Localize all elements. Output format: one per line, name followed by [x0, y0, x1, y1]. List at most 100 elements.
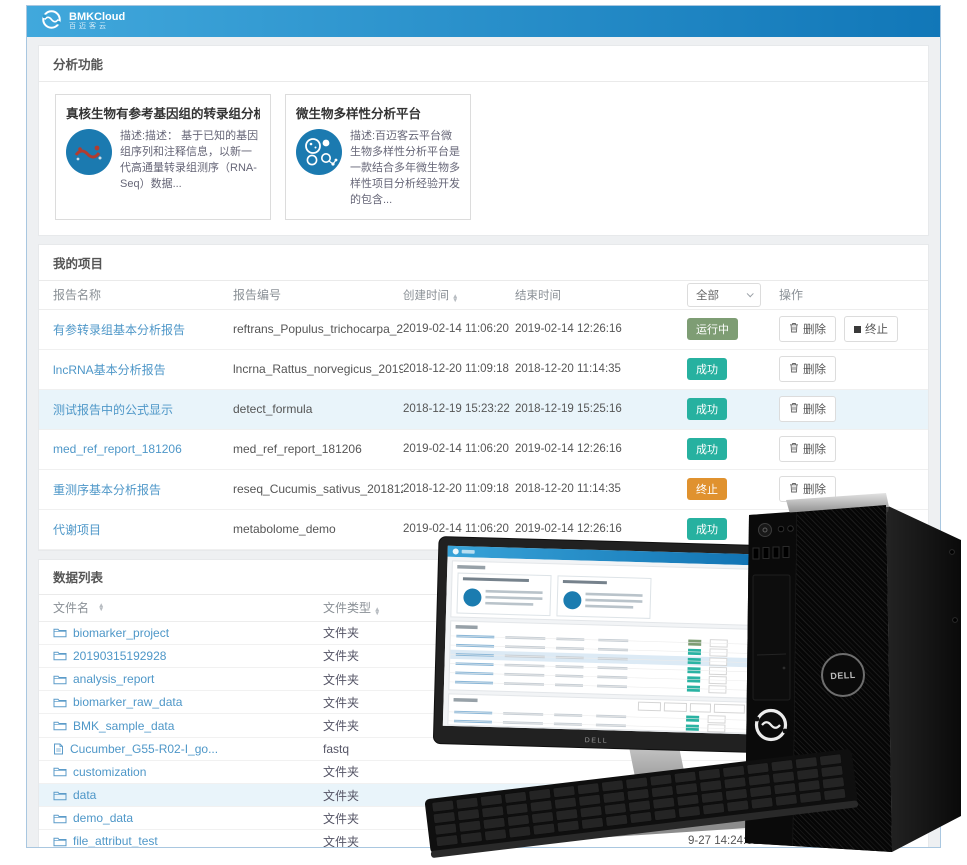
file-icon — [53, 743, 64, 755]
file-name-cell: customization — [53, 765, 323, 779]
status-badge: 运行中 — [687, 318, 738, 340]
terminate-label: 终止 — [865, 321, 888, 337]
folder-icon — [53, 836, 67, 847]
bmkcloud-logo[interactable]: BMKCloud 百迈客云 — [40, 8, 125, 36]
file-name-cell: data — [53, 788, 323, 802]
audio-jack-icon — [778, 526, 784, 532]
monitor-brand-label: DELL — [585, 737, 609, 745]
audio-jack-icon — [788, 526, 794, 532]
sort-icon[interactable]: ▲▼ — [98, 604, 104, 612]
col-created-time[interactable]: 创建时间▲▼ — [403, 287, 515, 303]
project-actions-cell: 删除 — [779, 396, 914, 422]
file-name-link[interactable]: biomarker_raw_data — [73, 695, 182, 709]
project-actions-cell: 删除 终止 — [779, 316, 914, 342]
analysis-card-desc: 描述:描述： 基于已知的基因组序列和注释信息，以新一代高通量转录组测序（RNA-… — [120, 129, 260, 193]
col-report-name: 报告名称 — [53, 286, 233, 303]
file-name-link[interactable]: customization — [73, 765, 146, 779]
delete-label: 删除 — [803, 361, 826, 377]
brand-name: BMKCloud — [69, 11, 125, 23]
svg-text:DELL: DELL — [830, 670, 856, 681]
trash-icon — [789, 322, 799, 336]
folder-icon — [53, 766, 67, 777]
thumbscrew-icon — [953, 618, 958, 623]
project-created-time: 2018-12-19 15:23:22 — [403, 403, 515, 415]
project-row: med_ref_report_181206 med_ref_report_1812… — [39, 430, 928, 470]
analysis-card-microbial[interactable]: 微生物多样性分析平台 — [285, 94, 471, 220]
sort-icon[interactable]: ▲▼ — [374, 608, 380, 616]
tower-side-panel — [886, 505, 961, 852]
sort-icon[interactable]: ▲▼ — [452, 295, 458, 303]
project-name-link[interactable]: 重测序基本分析报告 — [53, 483, 161, 497]
file-name-link[interactable]: analysis_report — [73, 672, 154, 686]
folder-icon — [53, 697, 67, 708]
file-name-cell: BMK_sample_data — [53, 719, 323, 733]
col-file-name[interactable]: 文件名▲▼ — [53, 599, 323, 616]
analysis-card-title: 微生物多样性分析平台 — [296, 103, 460, 122]
col-actions: 操作 — [779, 286, 914, 303]
project-name-link[interactable]: med_ref_report_181206 — [53, 442, 182, 456]
delete-button[interactable]: 删除 — [779, 356, 836, 382]
bmkcloud-logo-icon — [40, 8, 63, 36]
delete-button[interactable]: 删除 — [779, 316, 836, 342]
project-code: med_ref_report_181206 — [233, 442, 403, 456]
files-section-title: 数据列表 — [53, 567, 103, 586]
optical-drive — [753, 575, 790, 700]
monitor-screen-mini-ui — [443, 546, 757, 735]
terminate-button[interactable]: 终止 — [844, 316, 898, 342]
file-name-cell: Cucumber_G55-R02-I_go... — [53, 742, 323, 756]
project-end-time: 2019-02-14 12:26:16 — [515, 323, 687, 335]
file-name-cell: demo_data — [53, 811, 323, 825]
delete-button[interactable]: 删除 — [779, 396, 836, 422]
file-name-cell: biomarker_raw_data — [53, 695, 323, 709]
folder-icon — [53, 674, 67, 685]
analysis-card-transcriptome[interactable]: 真核生物有参考基因组的转录组分析平台 描述:描述： 基于已知的基因组序列和注释信… — [55, 94, 271, 220]
project-name-cell: 测试报告中的公式显示 — [53, 401, 233, 418]
project-name-link[interactable]: 有参转录组基本分析报告 — [53, 323, 185, 337]
project-status-cell: 运行中 — [687, 318, 779, 340]
folder-icon — [53, 720, 67, 731]
analysis-cards: 真核生物有参考基因组的转录组分析平台 描述:描述： 基于已知的基因组序列和注释信… — [39, 82, 928, 235]
microbial-diversity-platform-icon — [296, 129, 342, 180]
folder-icon — [53, 790, 67, 801]
project-code: lncrna_Rattus_norvegicus_201903121 — [233, 362, 403, 376]
project-row: lncRNA基本分析报告 lncrna_Rattus_norvegicus_201… — [39, 350, 928, 390]
file-name-link[interactable]: BMK_sample_data — [73, 719, 174, 733]
project-end-time: 2019-02-14 12:26:16 — [515, 443, 687, 455]
project-name-link[interactable]: lncRNA基本分析报告 — [53, 363, 166, 377]
status-badge: 成功 — [687, 358, 727, 380]
file-name-link[interactable]: file_attribut_test — [73, 834, 158, 848]
project-code: reseq_Cucumis_sativus_20181220171 — [233, 482, 403, 496]
project-code: detect_formula — [233, 402, 403, 416]
project-name-link[interactable]: 代谢项目 — [53, 523, 101, 537]
workstation-illustration: DELL DELL DELL P — [400, 488, 967, 865]
status-filter-dropdown[interactable]: 全部 — [687, 283, 779, 307]
project-actions-cell: 删除 — [779, 436, 914, 462]
monitor: DELL — [433, 537, 766, 753]
status-badge: 成功 — [687, 398, 727, 420]
trash-icon — [789, 402, 799, 416]
project-actions-cell: 删除 — [779, 356, 914, 382]
project-status-cell: 成功 — [687, 398, 779, 420]
folder-icon — [53, 627, 67, 638]
delete-button[interactable]: 删除 — [779, 436, 836, 462]
project-name-cell: lncRNA基本分析报告 — [53, 361, 233, 378]
project-code: reftrans_Populus_trichocarpa_201903 — [233, 322, 403, 336]
thumbscrew-icon — [950, 550, 955, 555]
analysis-section: 分析功能 真核生物有参考基因组的转录组分析平台 — [38, 45, 929, 236]
trash-icon — [789, 362, 799, 376]
power-button-icon — [759, 524, 772, 537]
file-name-link[interactable]: Cucumber_G55-R02-I_go... — [70, 742, 218, 756]
file-name-cell: biomarker_project — [53, 626, 323, 640]
chevron-down-icon — [747, 290, 754, 297]
brand-name-cn: 百迈客云 — [69, 23, 125, 31]
project-end-time: 2018-12-19 15:25:16 — [515, 403, 687, 415]
file-name-cell: analysis_report — [53, 672, 323, 686]
delete-label: 删除 — [803, 441, 826, 457]
file-name-link[interactable]: data — [73, 788, 96, 802]
file-name-link[interactable]: biomarker_project — [73, 626, 169, 640]
project-name-link[interactable]: 测试报告中的公式显示 — [53, 403, 173, 417]
project-status-cell: 成功 — [687, 358, 779, 380]
file-name-link[interactable]: 20190315192928 — [73, 649, 166, 663]
file-name-link[interactable]: demo_data — [73, 811, 133, 825]
project-created-time: 2019-02-14 11:06:20 — [403, 323, 515, 335]
